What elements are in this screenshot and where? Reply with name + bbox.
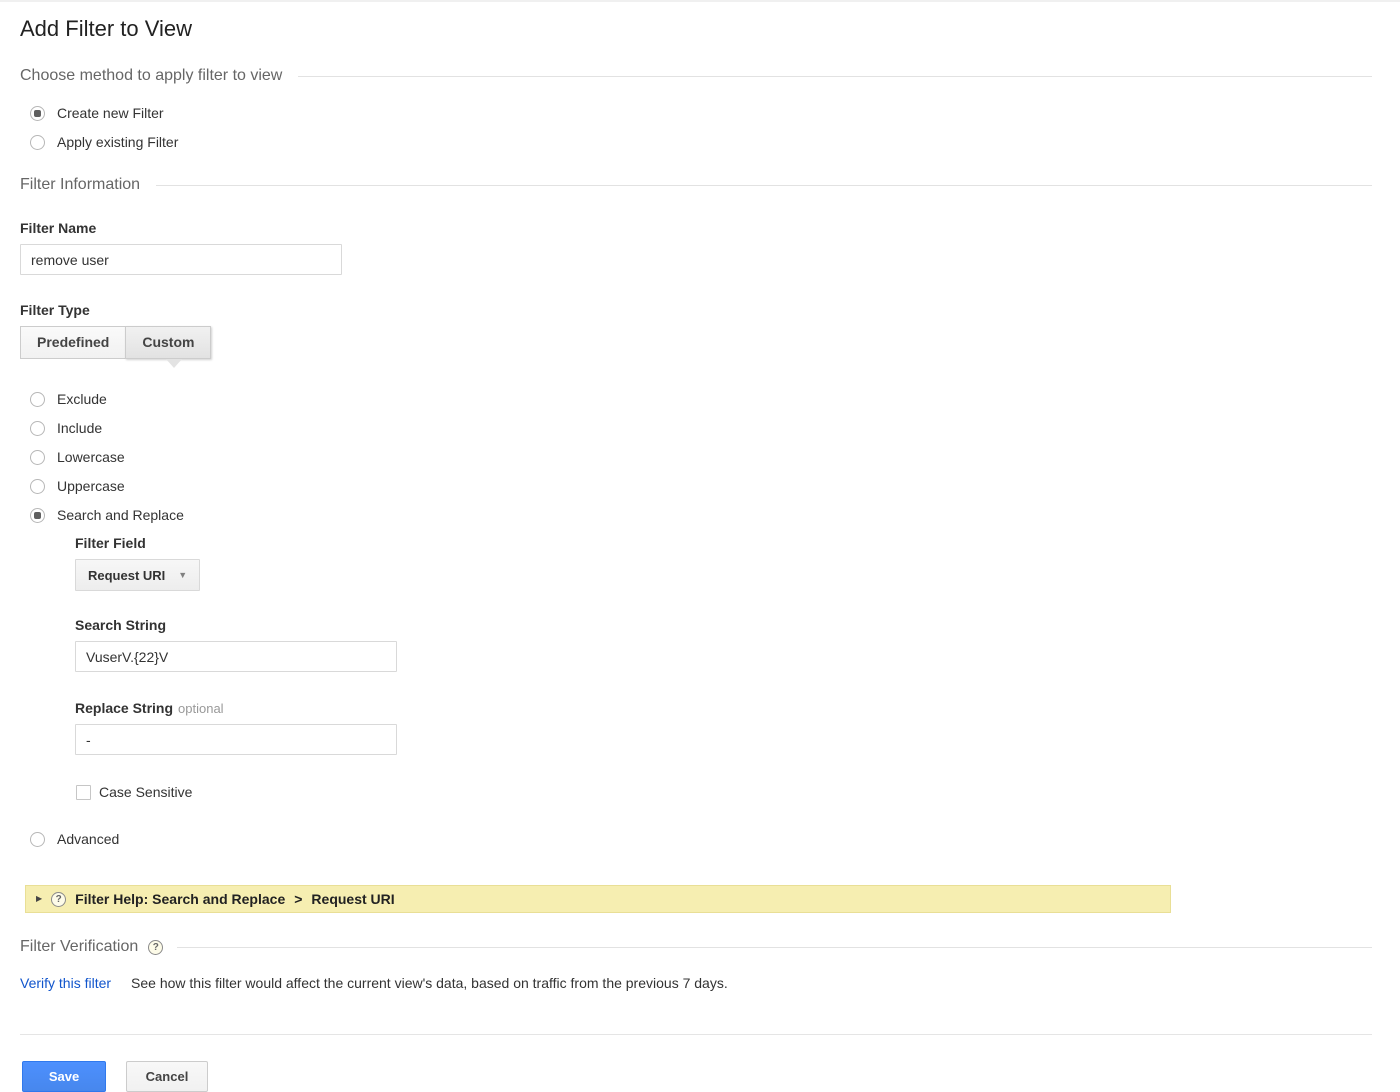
- filter-field-value: Request URI: [88, 568, 165, 583]
- method-section-header: Choose method to apply filter to view: [20, 67, 1372, 85]
- section-divider-line: [177, 947, 1372, 948]
- optional-hint: optional: [178, 701, 224, 716]
- disclosure-triangle-icon[interactable]: ▶: [36, 895, 42, 903]
- radio-uppercase[interactable]: Uppercase: [30, 477, 1372, 495]
- checkbox-icon[interactable]: [76, 785, 91, 800]
- search-string-label: Search String: [75, 617, 1372, 633]
- filter-help-title: Filter Help: Search and Replace: [75, 891, 285, 907]
- filter-info-heading: Filter Information: [20, 176, 140, 194]
- verification-section-header: Filter Verification ?: [20, 938, 1372, 956]
- save-button[interactable]: Save: [22, 1061, 106, 1092]
- replace-string-label-text: Replace String: [75, 700, 173, 716]
- tab-predefined[interactable]: Predefined: [20, 326, 125, 359]
- search-string-input[interactable]: [75, 641, 397, 672]
- footer-divider: [20, 1034, 1372, 1035]
- help-circle-icon: ?: [51, 892, 66, 907]
- page-title: Add Filter to View: [20, 16, 1372, 42]
- radio-icon[interactable]: [30, 106, 45, 121]
- radio-label: Lowercase: [57, 449, 125, 465]
- radio-label: Advanced: [57, 831, 119, 847]
- tab-custom[interactable]: Custom: [125, 326, 211, 359]
- filter-help-context: Request URI: [311, 891, 394, 907]
- radio-create-new-filter[interactable]: Create new Filter: [30, 104, 1372, 122]
- filter-field-label: Filter Field: [75, 535, 1372, 551]
- radio-label: Exclude: [57, 391, 107, 407]
- radio-include[interactable]: Include: [30, 419, 1372, 437]
- radio-icon[interactable]: [30, 450, 45, 465]
- replace-string-label: Replace String optional: [75, 700, 1372, 716]
- tab-caret-icon: [166, 359, 182, 368]
- filter-name-label: Filter Name: [20, 220, 1372, 236]
- radio-label: Create new Filter: [57, 105, 164, 121]
- radio-search-and-replace[interactable]: Search and Replace: [30, 506, 1372, 524]
- radio-lowercase[interactable]: Lowercase: [30, 448, 1372, 466]
- radio-icon[interactable]: [30, 508, 45, 523]
- radio-icon[interactable]: [30, 479, 45, 494]
- radio-icon[interactable]: [30, 832, 45, 847]
- radio-label: Search and Replace: [57, 507, 184, 523]
- case-sensitive-row[interactable]: Case Sensitive: [76, 784, 1372, 800]
- chevron-down-icon: ▼: [178, 571, 187, 580]
- radio-icon[interactable]: [30, 135, 45, 150]
- verify-description: See how this filter would affect the cur…: [131, 975, 728, 991]
- method-section-heading: Choose method to apply filter to view: [20, 67, 282, 85]
- filter-name-input[interactable]: [20, 244, 342, 275]
- case-sensitive-label: Case Sensitive: [99, 784, 192, 800]
- breadcrumb-separator: >: [294, 891, 302, 907]
- filter-type-label: Filter Type: [20, 302, 1372, 318]
- radio-label: Uppercase: [57, 478, 125, 494]
- filter-field-dropdown[interactable]: Request URI ▼: [75, 559, 200, 591]
- section-divider-line: [156, 185, 1372, 186]
- radio-icon[interactable]: [30, 392, 45, 407]
- search-replace-panel: Filter Field Request URI ▼ Search String…: [75, 535, 1372, 800]
- radio-exclude[interactable]: Exclude: [30, 390, 1372, 408]
- section-divider-line: [298, 76, 1372, 77]
- radio-apply-existing-filter[interactable]: Apply existing Filter: [30, 133, 1372, 151]
- radio-label: Include: [57, 420, 102, 436]
- verify-filter-link[interactable]: Verify this filter: [20, 975, 111, 991]
- replace-string-input[interactable]: [75, 724, 397, 755]
- radio-advanced[interactable]: Advanced: [30, 830, 1372, 848]
- filter-info-section-header: Filter Information: [20, 176, 1372, 194]
- cancel-button[interactable]: Cancel: [126, 1061, 208, 1092]
- filter-type-tabs: Predefined Custom: [20, 326, 211, 359]
- filter-help-bar[interactable]: ▶ ? Filter Help: Search and Replace > Re…: [25, 885, 1171, 913]
- help-circle-icon[interactable]: ?: [148, 940, 163, 955]
- verification-heading: Filter Verification: [20, 938, 138, 956]
- radio-icon[interactable]: [30, 421, 45, 436]
- radio-label: Apply existing Filter: [57, 134, 178, 150]
